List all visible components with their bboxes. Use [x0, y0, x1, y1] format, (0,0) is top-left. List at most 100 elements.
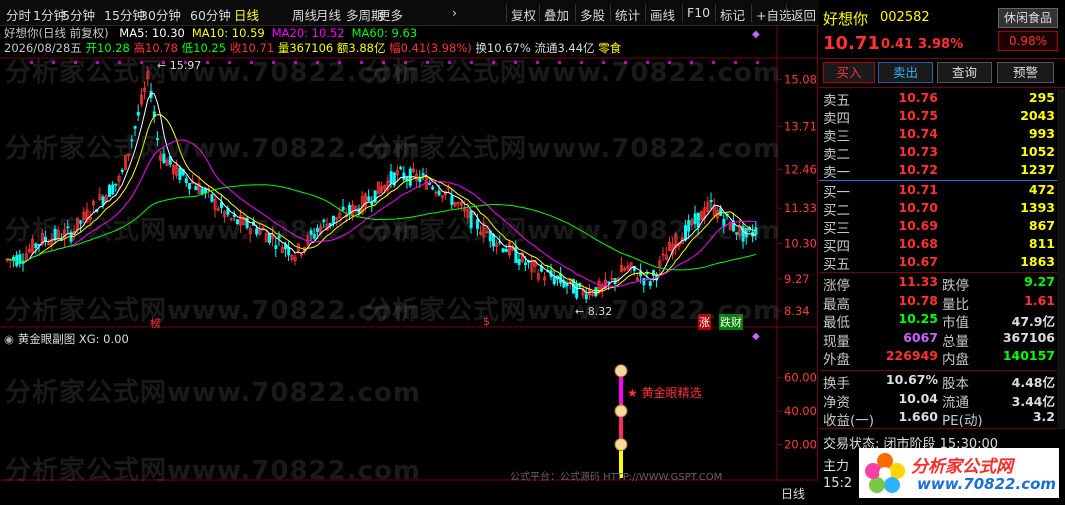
toolbar-right-item[interactable]: 返回: [791, 5, 816, 24]
toolbar-item[interactable]: 60分钟: [190, 5, 231, 24]
candle-body: [722, 218, 726, 227]
info-open: 开10.28: [85, 41, 130, 55]
candle-body: [267, 233, 271, 243]
candle-body: [421, 173, 425, 176]
stat-label: 最高: [823, 296, 850, 313]
sub-options-icon[interactable]: ◆: [752, 331, 760, 342]
stat-value: 367106: [1002, 329, 1055, 345]
ask-volume: 2043: [1020, 108, 1055, 124]
marker-dot: [118, 61, 121, 64]
star-icon: ★: [627, 386, 638, 400]
ma-legend-item: MA60: 9.63: [351, 26, 418, 40]
toolbar-right-item[interactable]: 画线: [650, 5, 675, 24]
candle-body: [114, 183, 118, 186]
ask-price[interactable]: 10.75: [879, 108, 938, 123]
candle-body: [491, 234, 495, 247]
candle-body: [524, 262, 528, 265]
candle-body: [696, 212, 700, 228]
ma-legend: MA5: 10.30 MA10: 10.59 MA20: 10.52 MA60: 9.…: [112, 26, 417, 40]
logo-title: 分析家公式网: [911, 457, 1013, 477]
alert-button[interactable]: 预警: [997, 62, 1054, 83]
toolbar-item[interactable]: 1分钟: [33, 5, 66, 24]
tag-zhang[interactable]: 涨: [698, 314, 711, 330]
chart-options-icon[interactable]: ◆: [752, 29, 760, 40]
more-chevron-icon[interactable]: ›: [452, 5, 457, 20]
toolbar-item[interactable]: 更多: [378, 5, 403, 24]
toolbar-separator: [751, 4, 752, 22]
toolbar-item[interactable]: 30分钟: [140, 5, 181, 24]
marker-dot: [514, 61, 517, 64]
toolbar-separator: [786, 4, 787, 22]
marker-dot: [448, 61, 451, 64]
period-indicator[interactable]: 日线: [781, 485, 805, 502]
ask-price[interactable]: 10.76: [879, 90, 938, 105]
candle-body: [66, 226, 70, 229]
candle-body: [469, 210, 473, 229]
toolbar-item[interactable]: 月线: [316, 5, 341, 24]
ma-legend-item: MA20: 10.52: [271, 26, 345, 40]
price-axis-label: 9.27: [784, 272, 810, 286]
stat-label: 流通: [942, 394, 969, 411]
sell-button[interactable]: 卖出: [878, 62, 933, 83]
marker-dot: [250, 61, 253, 64]
ask-price[interactable]: 10.72: [879, 162, 938, 177]
toolbar-right-item[interactable]: 标记: [720, 5, 745, 24]
stat-label: 量比: [942, 296, 969, 313]
bid-price[interactable]: 10.68: [879, 236, 938, 251]
bid-price[interactable]: 10.71: [879, 182, 938, 197]
divider: [819, 180, 1065, 181]
candle-body: [210, 194, 214, 202]
toolbar-right-item[interactable]: 统计: [615, 5, 640, 24]
tag-diecai[interactable]: 跌财: [719, 314, 743, 330]
bid-volume: 867: [1028, 218, 1055, 234]
toolbar-item[interactable]: 15分钟: [104, 5, 145, 24]
sub-axis-label: 40.00: [784, 404, 817, 418]
ma20-line: [6, 139, 756, 288]
tag-dollar[interactable]: $: [483, 315, 490, 328]
bid-price[interactable]: 10.70: [879, 200, 938, 215]
sub-axis-label: 20.00: [784, 438, 817, 452]
marker-dot: [426, 61, 429, 64]
kline-chart-canvas[interactable]: 15.08 13.71 12.46 11.33 10.30 9.27 8.34 60.00 40…: [0, 26, 818, 481]
divider: [819, 370, 1065, 371]
toolbar-right-item[interactable]: 复权: [511, 5, 536, 24]
query-button[interactable]: 查询: [937, 62, 992, 83]
stat-value: 10.04: [898, 390, 938, 406]
candle-body: [162, 153, 166, 163]
ask-label: 卖一: [823, 165, 850, 182]
bid-price[interactable]: 10.67: [879, 254, 938, 269]
price-pct: 3.98%: [918, 37, 964, 52]
info-amount: 额3.88亿: [336, 41, 386, 55]
sub-collapse-icon[interactable]: ◉: [4, 332, 14, 346]
stock-code: 002582: [880, 10, 930, 25]
quote-scrollbar[interactable]: [1057, 89, 1065, 429]
stat-value: 4.48亿: [1011, 375, 1055, 390]
candle-body: [693, 213, 697, 224]
buy-button[interactable]: 买入: [823, 62, 875, 83]
toolbar-right-item[interactable]: F10: [687, 5, 710, 20]
toolbar-item[interactable]: 5分钟: [62, 5, 95, 24]
ask-price[interactable]: 10.73: [879, 144, 938, 159]
kline-chart-panel[interactable]: 15.08 13.71 12.46 11.33 10.30 9.27 8.34 60.00 40…: [0, 26, 818, 501]
toolbar-right-item[interactable]: 叠加: [544, 5, 569, 24]
candle-body: [370, 202, 374, 205]
price-axis-label: 10.30: [784, 237, 817, 251]
sub-title-row: ◉ 黄金眼副图 XG: 0.00: [4, 331, 129, 347]
ask-price[interactable]: 10.74: [879, 126, 938, 141]
bid-price[interactable]: 10.69: [879, 218, 938, 233]
candle-body: [575, 283, 579, 298]
flower-logo-icon: [865, 453, 905, 493]
sector-tag[interactable]: 休闲食品: [998, 8, 1058, 28]
quote-panel: 好想你 002582 休闲食品 0.98% 10.71 0.41 3.98% 交…: [819, 0, 1065, 505]
toolbar-item[interactable]: 周线: [292, 5, 317, 24]
toolbar-item[interactable]: 分时: [6, 5, 31, 24]
candle-body: [719, 207, 723, 216]
toolbar-item[interactable]: 日线: [234, 5, 259, 24]
candle-body: [34, 243, 38, 248]
candle-body: [133, 126, 137, 129]
time-label: 15:2: [823, 476, 853, 491]
toolbar-right-item[interactable]: 多股: [580, 5, 605, 24]
tag-bang[interactable]: 榜: [150, 315, 161, 331]
ma-legend-item: MA5: 10.30: [119, 26, 185, 40]
info-volume: 量367106: [277, 41, 334, 55]
